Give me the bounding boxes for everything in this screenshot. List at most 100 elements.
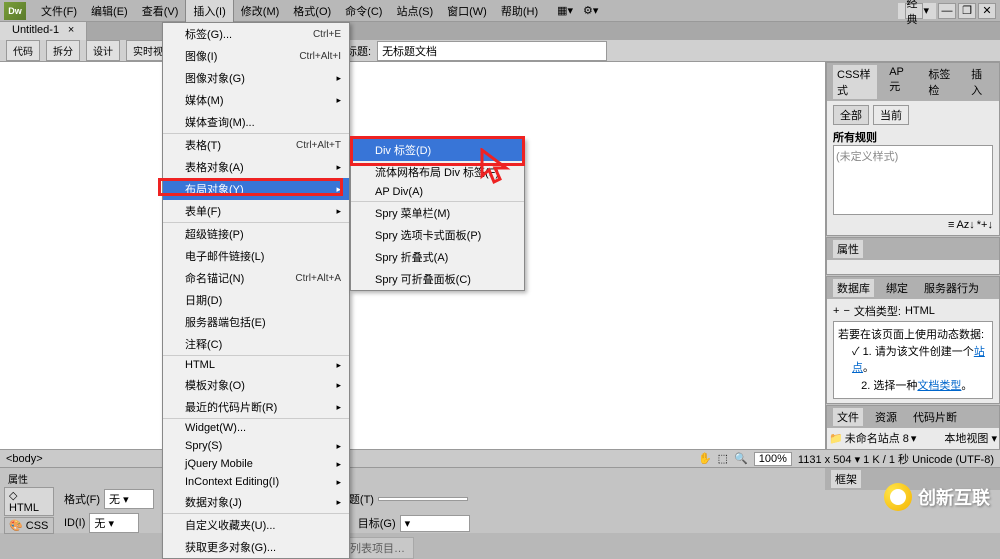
layout-submenu-item[interactable]: AP Div(A) [351,183,524,202]
document-tab-close-icon[interactable]: × [68,24,74,36]
menu-help[interactable]: 帮助(H) [494,0,545,22]
props-html-tab[interactable]: ◇ HTML [4,487,54,516]
target-select[interactable]: ▾ [400,515,470,532]
zoom-tool-icon[interactable]: 🔍 [734,452,748,465]
window-restore[interactable]: ❐ [958,3,976,19]
attributes-tab[interactable]: 属性 [833,240,863,258]
workspace-layout[interactable]: 经典 ▾ [898,3,936,19]
properties-title: 属性 [4,470,821,487]
insert-menu-item[interactable]: 标签(G)...Ctrl+E [163,23,349,45]
css-tool-icon[interactable]: Az↓ [956,219,974,231]
css-styles-tab[interactable]: CSS样式 [833,65,877,99]
props-css-tab[interactable]: 🎨 CSS [4,517,54,534]
remove-icon[interactable]: − [843,305,849,317]
insert-menu-item[interactable]: 媒体(M)▸ [163,89,349,111]
insert-menu-item[interactable]: 服务器端包括(E) [163,311,349,333]
layout-submenu-item[interactable]: Spry 选项卡式面板(P) [351,224,524,246]
tag-inspector-tab[interactable]: 标签检 [924,65,959,99]
zoom-level[interactable]: 100% [754,452,792,466]
insert-menu-item[interactable]: 表格(T)Ctrl+Alt+T [163,134,349,156]
menu-insert[interactable]: 插入(I) [185,0,233,23]
insert-menu-item[interactable]: jQuery Mobile▸ [163,455,349,473]
insert-menu-item[interactable]: 表格对象(A)▸ [163,156,349,178]
assets-tab[interactable]: 资源 [871,408,901,426]
layout-objects-submenu: Div 标签(D)流体网格布局 Div 标签(F)AP Div(A)Spry 菜… [350,138,525,291]
insert-menu-item[interactable]: Widget(W)... [163,419,349,437]
menu-view[interactable]: 查看(V) [135,0,186,22]
ap-elements-tab[interactable]: AP 元 [885,65,916,99]
insert-menu-item[interactable]: 获取更多对象(G)... [163,536,349,558]
insert-menu-item[interactable]: 电子邮件链接(L) [163,245,349,267]
insert-menu-item[interactable]: 模板对象(O)▸ [163,374,349,396]
insert-menu-item[interactable]: 布局对象(Y)▸ [163,178,349,200]
watermark-text: 创新互联 [918,484,990,510]
site-dropdown[interactable]: 📁未命名站点 8 ▾ [829,430,942,446]
insert-menu-item[interactable]: 命名锚记(N)Ctrl+Alt+A [163,267,349,289]
insert-menu-item[interactable]: InContext Editing(I)▸ [163,473,349,491]
layout-submenu-item[interactable]: Spry 折叠式(A) [351,246,524,268]
add-icon[interactable]: + [833,305,839,317]
layout-submenu-item[interactable]: Spry 可折叠面板(C) [351,268,524,290]
document-tab-label: Untitled-1 [12,24,59,36]
layout-submenu-item[interactable]: Div 标签(D) [351,139,524,161]
app-logo: Dw [4,2,26,20]
insert-menu-item[interactable]: Spry(S)▸ [163,437,349,455]
insert-menu-item[interactable]: 超级链接(P) [163,223,349,245]
frames-tab[interactable]: 框架 [831,470,861,488]
css-rules-list[interactable]: (未定义样式) [833,145,993,215]
databases-panel: 数据库 绑定 服务器行为 + − 文档类型: HTML 若要在该页面上使用动态数… [826,276,1000,404]
insert-menu-item[interactable]: 图像(I)Ctrl+Alt+I [163,45,349,67]
list-items-button: 列表项目… [341,537,414,559]
id-select[interactable]: 无 ▾ [89,513,139,533]
insert-menu-item[interactable]: 数据对象(J)▸ [163,491,349,514]
insert-menu-item[interactable]: 注释(C) [163,333,349,356]
view-dropdown[interactable]: 本地视图 ▾ [944,430,997,446]
menu-commands[interactable]: 命令(C) [338,0,389,22]
layout-toggle-icon[interactable]: ▦▾ [557,4,573,17]
files-tab[interactable]: 文件 [833,408,863,426]
document-tab[interactable]: Untitled-1 × [0,22,87,40]
view-design-button[interactable]: 设计 [86,40,120,61]
insert-tab[interactable]: 插入 [967,65,993,99]
css-all-tab[interactable]: 全部 [833,105,869,125]
layout-submenu-item[interactable]: 流体网格布局 Div 标签(F) [351,161,524,183]
extension-icon[interactable]: ⚙▾ [583,4,598,17]
format-select[interactable]: 无 ▾ [104,489,154,509]
menu-site[interactable]: 站点(S) [389,0,440,22]
view-code-button[interactable]: 代码 [6,40,40,61]
menu-edit[interactable]: 编辑(E) [84,0,135,22]
window-size-info[interactable]: 1131 x 504 ▾ 1 K / 1 秒 Unicode (UTF-8) [798,451,994,467]
insert-menu-item[interactable]: 表单(F)▸ [163,200,349,223]
databases-tab[interactable]: 数据库 [833,279,874,297]
insert-menu-item[interactable]: 媒体查询(M)... [163,111,349,134]
css-current-tab[interactable]: 当前 [873,105,909,125]
select-tool-icon[interactable]: ⬚ [718,452,728,465]
insert-menu-item[interactable]: HTML▸ [163,356,349,374]
insert-menu-item[interactable]: 日期(D) [163,289,349,311]
menu-modify[interactable]: 修改(M) [234,0,287,22]
title-input[interactable] [378,497,468,501]
doc-title-input[interactable]: 无标题文档 [377,41,607,61]
document-tabbar: Untitled-1 × [0,22,1000,40]
snippets-tab[interactable]: 代码片断 [909,408,961,426]
bindings-tab[interactable]: 绑定 [882,279,912,297]
layout-submenu-item[interactable]: Spry 菜单栏(M) [351,202,524,224]
watermark-logo-icon [884,483,912,511]
menu-file[interactable]: 文件(F) [34,0,84,22]
status-bar: <body> ✋ ⬚ 🔍 100% 1131 x 504 ▾ 1 K / 1 秒… [0,449,1000,467]
css-tool-icon[interactable]: ≡ [948,219,954,231]
insert-menu-item[interactable]: 最近的代码片断(R)▸ [163,396,349,419]
window-minimize[interactable]: — [938,3,956,19]
view-split-button[interactable]: 拆分 [46,40,80,61]
server-behaviors-tab[interactable]: 服务器行为 [920,279,983,297]
menu-window[interactable]: 窗口(W) [440,0,494,22]
window-close[interactable]: ✕ [978,3,996,19]
css-tool-icon[interactable]: *+↓ [977,219,993,231]
hand-tool-icon[interactable]: ✋ [698,452,712,465]
doc-type-link[interactable]: 文档类型 [917,380,961,392]
menu-format[interactable]: 格式(O) [286,0,338,22]
menubar: Dw 文件(F) 编辑(E) 查看(V) 插入(I) 修改(M) 格式(O) 命… [0,0,1000,22]
tag-selector[interactable]: <body> [6,453,43,465]
insert-menu-item[interactable]: 图像对象(G)▸ [163,67,349,89]
format-label: 格式(F) [64,491,100,507]
